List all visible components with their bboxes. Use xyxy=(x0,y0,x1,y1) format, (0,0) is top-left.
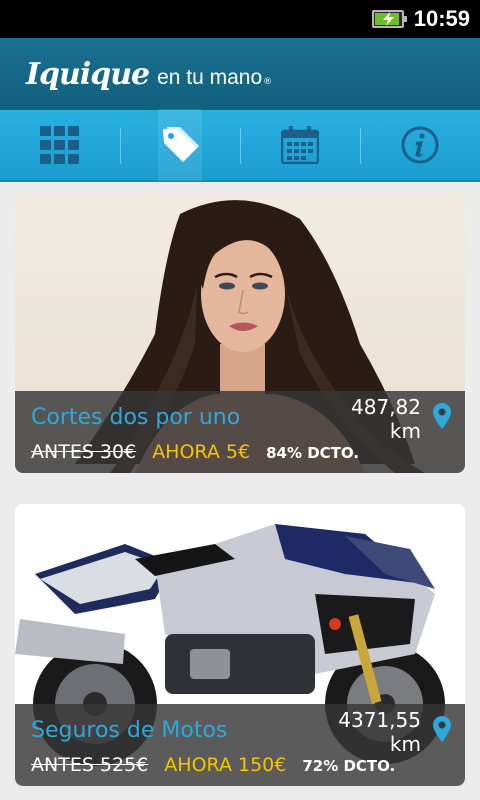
old-price: ANTES 525€ xyxy=(31,754,149,776)
offers-feed[interactable]: Cortes dos por uno 487,82 km ANTES 30€ A… xyxy=(0,184,480,800)
offer-card[interactable]: Seguros de Motos 4371,55 km ANTES 525€ A… xyxy=(15,504,465,786)
distance-value: 4371,55 xyxy=(338,708,421,732)
offer-distance: 487,82 km xyxy=(351,395,421,443)
distance-value: 487,82 xyxy=(351,395,421,419)
offer-title[interactable]: Cortes dos por uno xyxy=(31,405,240,430)
tab-info[interactable] xyxy=(360,110,480,180)
offer-info-panel: Cortes dos por uno 487,82 km ANTES 30€ A… xyxy=(15,391,465,473)
battery-charging-icon xyxy=(371,10,407,28)
map-pin-icon[interactable] xyxy=(433,403,451,429)
tag-icon xyxy=(163,127,199,162)
offer-distance: 4371,55 km xyxy=(338,708,421,756)
offer-card[interactable]: Cortes dos por uno 487,82 km ANTES 30€ A… xyxy=(15,194,465,473)
offer-title[interactable]: Seguros de Motos xyxy=(31,718,227,743)
grid-icon xyxy=(40,126,79,164)
new-price: AHORA 150€ xyxy=(164,754,287,776)
tab-categories[interactable] xyxy=(0,110,120,180)
tab-offers[interactable] xyxy=(120,109,240,181)
price-row: ANTES 30€ AHORA 5€ 84% DCTO. xyxy=(31,441,359,463)
tab-calendar[interactable] xyxy=(240,110,360,180)
logo-registered-mark: ® xyxy=(263,76,273,87)
discount-badge: 72% DCTO. xyxy=(302,757,396,775)
discount-badge: 84% DCTO. xyxy=(266,444,360,462)
status-bar: 10:59 xyxy=(0,0,480,38)
status-time: 10:59 xyxy=(413,6,470,31)
old-price: ANTES 30€ xyxy=(31,441,137,463)
logo-city: Iquique xyxy=(26,56,150,92)
app-logo: Iquique en tu mano ® xyxy=(26,57,272,92)
tab-bar xyxy=(0,109,480,182)
logo-tagline: en tu mano xyxy=(157,65,263,89)
app-header: Iquique en tu mano ® xyxy=(0,38,480,110)
map-pin-icon[interactable] xyxy=(433,716,451,742)
new-price: AHORA 5€ xyxy=(152,441,251,463)
calendar-icon xyxy=(281,126,319,164)
distance-unit: km xyxy=(389,419,421,443)
offer-info-panel: Seguros de Motos 4371,55 km ANTES 525€ A… xyxy=(15,704,465,786)
price-row: ANTES 525€ AHORA 150€ 72% DCTO. xyxy=(31,754,395,776)
info-icon xyxy=(401,126,439,164)
distance-unit: km xyxy=(389,732,421,756)
